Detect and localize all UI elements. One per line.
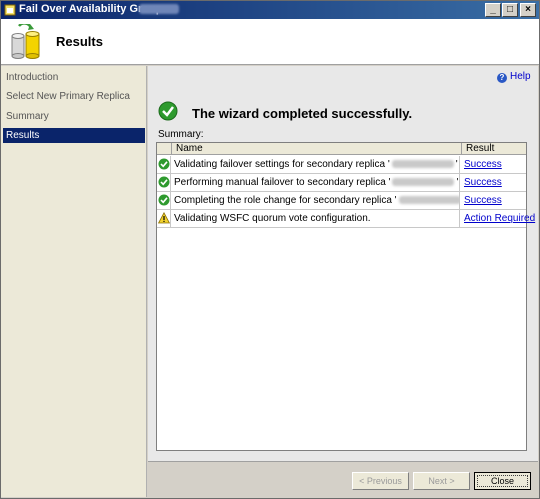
previous-button[interactable]: < Previous — [352, 472, 409, 490]
row-name-suffix: ' — [455, 159, 458, 170]
page-header: Results — [1, 19, 539, 65]
table-row: Completing the role change for secondary… — [157, 192, 526, 210]
success-check-icon — [158, 158, 170, 170]
maximize-button[interactable]: □ — [502, 3, 518, 17]
table-row: Performing manual failover to secondary … — [157, 174, 526, 192]
name-column-header[interactable]: Name — [172, 143, 462, 155]
completion-message: The wizard completed successfully. — [192, 106, 413, 121]
redacted-replica-name — [391, 160, 454, 168]
success-check-icon — [158, 176, 170, 188]
table-row: Validating WSFC quorum vote configuratio… — [157, 210, 535, 228]
success-check-icon — [158, 101, 178, 121]
results-table: Name Result Validating failover settings… — [156, 142, 535, 451]
redacted-replica-name — [392, 178, 455, 186]
result-link[interactable]: Success — [464, 177, 502, 188]
row-name-suffix: ' — [456, 177, 459, 188]
row-name-text: Completing the role change for secondary… — [174, 195, 397, 206]
success-check-icon — [158, 194, 170, 206]
sidebar-item-summary[interactable]: Summary — [3, 109, 145, 124]
row-name-text: Performing manual failover to secondary … — [174, 177, 391, 188]
sidebar-item-introduction[interactable]: Introduction — [3, 70, 145, 85]
table-row: Validating failover settings for seconda… — [157, 156, 526, 174]
help-link[interactable]: ? Help — [497, 71, 531, 83]
database-cylinders-icon — [11, 24, 40, 59]
result-link[interactable]: Success — [464, 159, 502, 170]
window-icon — [4, 4, 16, 16]
help-icon: ? — [497, 73, 507, 83]
title-bar[interactable]: Fail Over Availability Group: _ □ × — [1, 1, 539, 19]
wizard-footer: < Previous Next > Close — [148, 461, 538, 497]
wizard-window: Fail Over Availability Group: _ □ × Resu… — [0, 0, 540, 499]
row-name: Performing manual failover to secondary … — [172, 174, 460, 191]
status-column-header — [157, 143, 172, 155]
minimize-button[interactable]: _ — [485, 3, 501, 17]
sidebar-item-select-new-primary-replica[interactable]: Select New Primary Replica — [3, 89, 145, 104]
row-name-text: Validating WSFC quorum vote configuratio… — [174, 213, 371, 224]
row-name: Completing the role change for secondary… — [172, 192, 460, 209]
close-button[interactable]: Close — [474, 472, 531, 490]
summary-label: Summary: — [158, 129, 204, 140]
table-header: Name Result — [157, 143, 526, 155]
help-label: Help — [510, 71, 531, 82]
wizard-steps-sidebar: Introduction Select New Primary Replica … — [1, 66, 147, 497]
close-window-button[interactable]: × — [520, 3, 536, 17]
result-link[interactable]: Success — [464, 195, 502, 206]
next-button[interactable]: Next > — [413, 472, 470, 490]
result-column-header[interactable]: Result — [462, 143, 526, 155]
redacted-group-name — [139, 4, 179, 14]
row-name-text: Validating failover settings for seconda… — [174, 159, 390, 170]
row-name: Validating WSFC quorum vote configuratio… — [172, 210, 460, 227]
results-content: ? Help The wizard completed successfully.… — [148, 66, 538, 461]
result-link[interactable]: Action Required — [464, 213, 535, 224]
warning-icon — [158, 212, 170, 224]
redacted-replica-name — [398, 196, 459, 204]
row-name: Validating failover settings for seconda… — [172, 156, 460, 173]
sidebar-item-results[interactable]: Results — [3, 128, 145, 143]
page-title: Results — [56, 34, 103, 49]
